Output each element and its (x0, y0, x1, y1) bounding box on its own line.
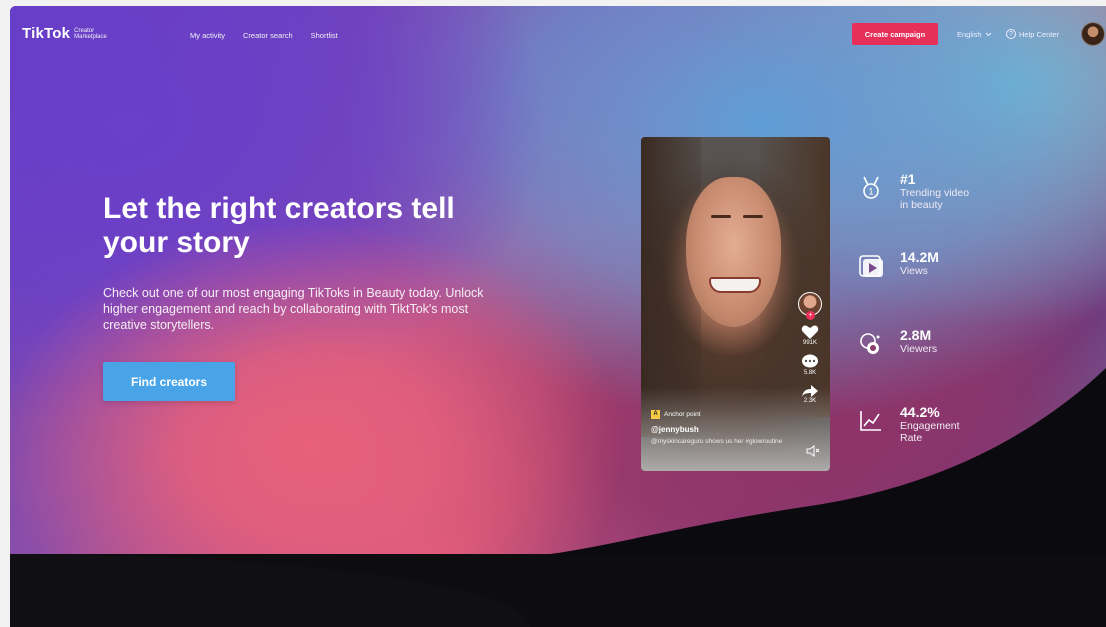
stat-engagement-text: 44.2% Engagement Rate (900, 404, 980, 444)
like-count: 991K (802, 340, 817, 346)
video-action-rail: + 991K 5.8K 2.3K (796, 292, 824, 404)
chart-icon (860, 411, 881, 431)
share-action[interactable]: 2.3K (801, 384, 819, 404)
tiktok-logo[interactable]: TikTok Creator Marketplace (22, 25, 116, 42)
bottom-arc (10, 554, 530, 627)
video-eye-left (711, 215, 731, 218)
chevron-down-icon (985, 32, 991, 37)
stat-views: 14.2M Views (858, 249, 980, 279)
create-campaign-button[interactable]: Create campaign (852, 23, 938, 45)
nav-creator-search[interactable]: Creator search (243, 31, 293, 40)
stat-viewers-value: 2.8M (900, 327, 932, 343)
language-selector[interactable]: English (957, 30, 992, 39)
stat-views-text: 14.2M Views (900, 249, 980, 279)
bottom-section (10, 554, 1106, 627)
hero-subtext: Check out one of our most engaging TikTo… (103, 286, 484, 332)
comment-action[interactable]: 5.8K (801, 354, 819, 376)
comment-icon (802, 354, 818, 368)
stat-engagement-value: 44.2% (900, 404, 940, 420)
stat-trending-text: #1 Trending video in beauty (900, 171, 980, 211)
stat-viewers-text: 2.8M Viewers (900, 327, 980, 357)
creator-avatar[interactable]: + (798, 292, 822, 320)
page-frame: TikTok Creator Marketplace My activity C… (10, 6, 1106, 627)
video-info: A Anchor point @jennybush @myskincaregur… (651, 409, 791, 446)
anchor-label: Anchor point (664, 411, 701, 418)
heart-icon (801, 325, 819, 339)
svg-text:1: 1 (868, 187, 873, 197)
help-icon: ? (1006, 29, 1016, 39)
nav-my-activity[interactable]: My activity (190, 31, 225, 40)
logo-subtitle: Creator Marketplace (74, 27, 107, 40)
language-label: English (957, 30, 982, 39)
stat-trending-value: #1 (900, 171, 916, 187)
logo-wordmark: TikTok (22, 25, 71, 42)
stat-viewers-label: Viewers (900, 343, 938, 355)
video-mouth (709, 277, 761, 293)
nav-shortlist[interactable]: Shortlist (311, 31, 338, 40)
comment-count: 5.8K (803, 370, 817, 376)
stat-viewers: 2.8M Viewers (858, 327, 980, 357)
video-eye-right (743, 215, 763, 218)
medal-icon: 1 (863, 176, 879, 199)
sound-icon[interactable] (806, 445, 820, 457)
hero-headline: Let the right creators tell your story (103, 192, 455, 259)
like-action[interactable]: 991K (801, 324, 819, 346)
user-avatar[interactable] (1081, 22, 1105, 46)
help-center-link[interactable]: ? Help Center (1006, 29, 1059, 39)
stat-views-value: 14.2M (900, 249, 939, 265)
follow-plus-icon[interactable]: + (806, 311, 815, 320)
find-creators-button[interactable]: Find creators (103, 362, 235, 401)
video-handle[interactable]: @jennybush (651, 424, 791, 435)
anchor-icon: A (651, 410, 660, 419)
stat-engagement-label: Engagement Rate (900, 420, 960, 444)
video-face (686, 177, 781, 327)
share-icon (802, 385, 818, 397)
stat-engagement: 44.2% Engagement Rate (858, 404, 980, 444)
hero-section: TikTok Creator Marketplace My activity C… (10, 6, 1106, 554)
viewers-icon (860, 333, 880, 354)
stat-trending-label: Trending video in beauty (900, 187, 970, 211)
hero-dark-curve (550, 367, 1106, 554)
video-caption: @myskincareguru shows us her #glowroutin… (651, 438, 783, 445)
top-nav: TikTok Creator Marketplace My activity C… (10, 6, 1106, 62)
stat-trending: 1 #1 Trending video in beauty (858, 171, 980, 211)
stat-views-label: Views (900, 265, 928, 277)
featured-video[interactable]: + 991K 5.8K 2.3K A Anchor point @jennybu… (641, 137, 830, 471)
nav-links: My activity Creator search Shortlist (190, 31, 338, 40)
share-count: 2.3K (803, 398, 817, 404)
play-icon (859, 255, 883, 277)
help-label: Help Center (1019, 29, 1060, 39)
anchor-point[interactable]: A Anchor point (651, 409, 791, 420)
